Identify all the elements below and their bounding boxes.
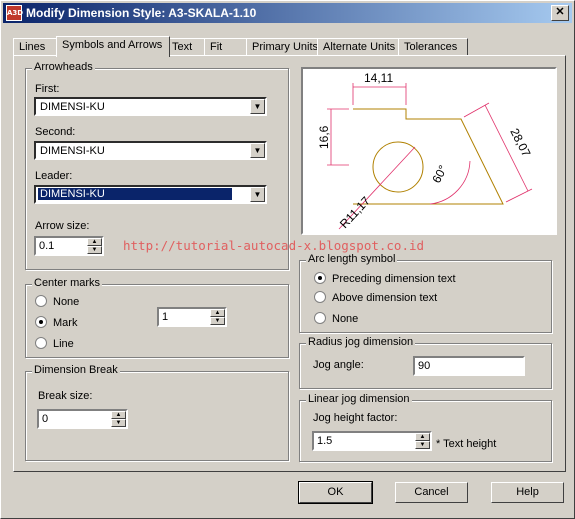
arrow-size-spinner[interactable]: 0.1 ▲ ▼	[34, 236, 104, 256]
break-size-spinner[interactable]: 0 ▲ ▼	[37, 409, 128, 429]
text-height-suffix: * Text height	[436, 438, 497, 450]
radio-icon	[314, 291, 326, 303]
arc-preceding-radio[interactable]: Preceding dimension text	[314, 272, 456, 285]
jog-angle-input[interactable]: 90	[413, 356, 525, 376]
second-arrowhead-select[interactable]: DIMENSI-KU ▼	[34, 141, 267, 160]
dim-top-text: 14,11	[364, 71, 393, 85]
dim-right-text: 28,07	[507, 126, 533, 159]
center-mark-size-value: 1	[162, 311, 169, 323]
dim-radius-text: R11,17	[337, 194, 373, 231]
dimension-break-legend: Dimension Break	[32, 364, 120, 376]
help-button[interactable]: Help	[491, 482, 564, 503]
spin-down-icon[interactable]: ▼	[415, 441, 430, 449]
arrowheads-legend: Arrowheads	[32, 61, 95, 73]
chevron-down-icon[interactable]: ▼	[250, 187, 265, 202]
radio-icon	[314, 312, 326, 324]
radio-selected-icon	[35, 316, 47, 328]
watermark-url: http://tutorial-autocad-x.blogspot.co.id	[123, 238, 425, 253]
second-arrowhead-value: DIMENSI-KU	[40, 145, 105, 157]
center-mark-line-radio[interactable]: Line	[35, 337, 74, 350]
spin-up-icon[interactable]: ▲	[87, 238, 102, 246]
spin-down-icon[interactable]: ▼	[87, 246, 102, 254]
arc-none-radio[interactable]: None	[314, 312, 358, 325]
break-size-value: 0	[42, 413, 49, 425]
dialog-window: A3D Modify Dimension Style: A3-SKALA-1.1…	[0, 0, 575, 519]
chevron-down-icon[interactable]: ▼	[250, 143, 265, 158]
tab-text[interactable]: Text	[166, 38, 208, 56]
leader-arrowhead-value: DIMENSI-KU	[38, 188, 232, 200]
center-mark-none-radio[interactable]: None	[35, 295, 79, 308]
dim-left-text: 16,6	[317, 125, 331, 149]
tab-fit[interactable]: Fit	[204, 38, 248, 56]
window-title: Modify Dimension Style: A3-SKALA-1.10	[26, 6, 257, 20]
jog-height-label: Jog height factor:	[313, 412, 398, 424]
spin-up-icon[interactable]: ▲	[111, 411, 126, 419]
linear-jog-legend: Linear jog dimension	[306, 393, 412, 405]
jog-height-value: 1.5	[317, 435, 333, 447]
center-mark-mark-label: Mark	[53, 317, 78, 329]
first-arrowhead-value: DIMENSI-KU	[40, 101, 105, 113]
autocad-app-icon: A3D	[6, 5, 23, 21]
center-mark-none-label: None	[53, 296, 80, 308]
arc-preceding-label: Preceding dimension text	[332, 273, 456, 285]
preview-drawing: 14,11 16,6 28,07 R11,17 60°	[317, 71, 534, 231]
chevron-down-icon[interactable]: ▼	[250, 99, 265, 114]
radio-icon	[35, 295, 47, 307]
tab-alternate-units[interactable]: Alternate Units	[317, 38, 401, 56]
jog-angle-value: 90	[418, 360, 431, 372]
arrow-size-label: Arrow size:	[35, 220, 90, 232]
center-mark-size-spinner[interactable]: 1 ▲ ▼	[157, 307, 227, 327]
jog-height-spinner[interactable]: 1.5 ▲ ▼	[312, 431, 432, 451]
spin-up-icon[interactable]: ▲	[210, 309, 225, 317]
center-mark-line-label: Line	[53, 338, 74, 350]
first-arrowhead-select[interactable]: DIMENSI-KU ▼	[34, 97, 267, 116]
radio-selected-icon	[314, 272, 326, 284]
tab-primary-units[interactable]: Primary Units	[246, 38, 318, 56]
title-bar[interactable]: A3D Modify Dimension Style: A3-SKALA-1.1…	[3, 3, 572, 23]
spin-down-icon[interactable]: ▼	[210, 317, 225, 325]
radio-icon	[35, 337, 47, 349]
ok-button[interactable]: OK	[298, 481, 373, 504]
jog-angle-label: Jog angle:	[313, 359, 364, 371]
tab-symbols-and-arrows[interactable]: Symbols and Arrows	[56, 36, 170, 57]
dimension-preview: 14,11 16,6 28,07 R11,17 60°	[301, 67, 557, 235]
close-button[interactable]: ✕	[551, 5, 569, 21]
tab-lines[interactable]: Lines	[13, 38, 58, 56]
tab-tolerances[interactable]: Tolerances	[398, 38, 468, 56]
radius-jog-legend: Radius jog dimension	[306, 336, 416, 348]
center-marks-legend: Center marks	[32, 277, 103, 289]
arc-none-label: None	[332, 313, 359, 325]
spin-down-icon[interactable]: ▼	[111, 419, 126, 427]
arc-above-label: Above dimension text	[332, 292, 438, 304]
first-label: First:	[35, 83, 60, 95]
arc-above-radio[interactable]: Above dimension text	[314, 291, 437, 304]
leader-arrowhead-select[interactable]: DIMENSI-KU ▼	[34, 185, 267, 204]
center-mark-mark-radio[interactable]: Mark	[35, 316, 77, 329]
break-size-label: Break size:	[38, 390, 93, 402]
arrow-size-value: 0.1	[39, 240, 55, 252]
second-label: Second:	[35, 126, 76, 138]
leader-label: Leader:	[35, 170, 73, 182]
arc-length-legend: Arc length symbol	[306, 253, 398, 265]
cancel-button[interactable]: Cancel	[395, 482, 468, 503]
dim-angle-text: 60°	[429, 163, 450, 186]
spin-up-icon[interactable]: ▲	[415, 433, 430, 441]
